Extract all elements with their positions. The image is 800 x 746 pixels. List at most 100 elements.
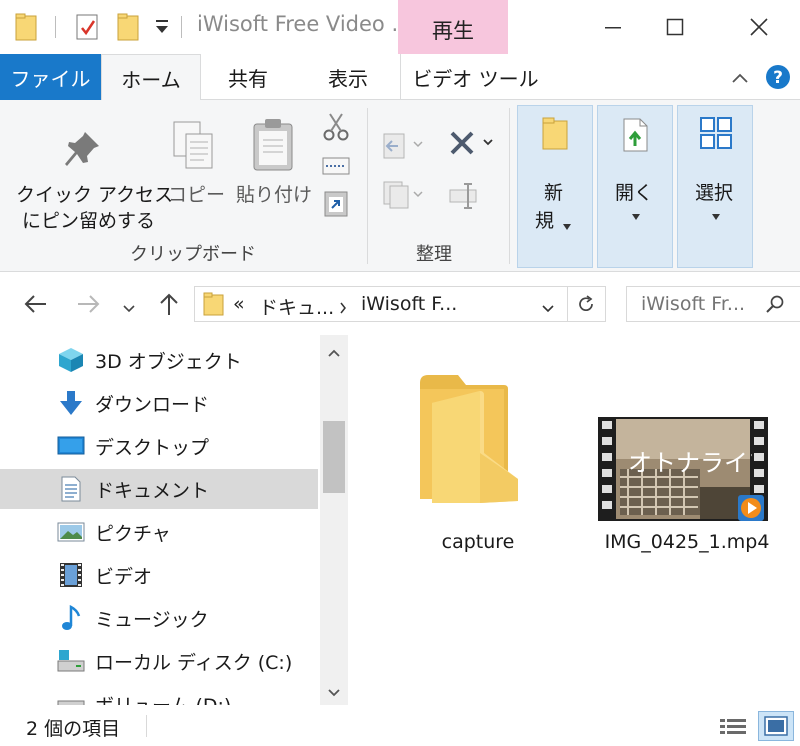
documents-icon — [57, 476, 85, 502]
move-to-icon[interactable] — [382, 130, 426, 164]
new-button[interactable]: 新 規 — [517, 105, 593, 268]
clipboard-group-caption: クリップボード — [130, 244, 256, 265]
chevron-down-icon — [711, 206, 721, 225]
chevron-down-icon — [631, 206, 641, 225]
open-button[interactable]: 開く — [597, 105, 673, 268]
back-arrow-icon[interactable] — [22, 293, 48, 319]
nav-item-music[interactable]: ミュージック — [0, 598, 318, 638]
new-label-line2: 規 — [535, 210, 555, 232]
copy-path-icon[interactable] — [322, 156, 350, 180]
organize-group-caption: 整理 — [416, 244, 452, 265]
breadcrumb-iwisoft[interactable]: iWisoft F... — [361, 293, 457, 315]
address-divider — [567, 287, 568, 321]
maximize-button[interactable] — [644, 0, 706, 54]
nav-item-volume-d[interactable]: ボリューム (D:) — [0, 684, 318, 705]
rename-icon[interactable] — [448, 180, 484, 214]
status-bar: 2 個の項目 — [0, 705, 800, 746]
forward-arrow-icon[interactable] — [76, 293, 102, 319]
tab-view[interactable]: 表示 — [303, 54, 393, 100]
copy-label: コピー — [168, 184, 226, 206]
ribbon-tabs: ファイル ホーム 共有 表示 ビデオ ツール ? — [0, 54, 800, 101]
collapse-ribbon-icon[interactable] — [730, 70, 750, 89]
group-separator — [367, 108, 368, 264]
scroll-down-icon[interactable] — [327, 683, 341, 702]
file-name: capture — [441, 531, 515, 553]
chevron-down-icon — [562, 216, 572, 235]
window-title: iWisoft Free Video ... — [197, 12, 412, 36]
svg-text:?: ? — [773, 68, 783, 88]
help-icon[interactable]: ? — [765, 64, 791, 94]
ribbon: クイック アクセス にピン留めする コピー 貼り付け クリップボード 整理 新 … — [0, 100, 800, 272]
new-folder-button[interactable] — [116, 12, 142, 46]
address-bar[interactable]: « ドキュ... iWisoft F... — [194, 286, 606, 322]
file-name: IMG_0425_1.mp4 — [604, 531, 770, 553]
volume-icon — [57, 691, 85, 705]
maximize-icon — [666, 18, 684, 36]
tab-home[interactable]: ホーム — [101, 54, 201, 101]
nav-item-documents[interactable]: ドキュメント — [0, 469, 318, 509]
nav-item-pictures[interactable]: ピクチャ — [0, 512, 318, 552]
nav-label: デスクトップ — [95, 437, 210, 459]
context-tab-label: 再生 — [432, 19, 474, 43]
nav-label: ダウンロード — [95, 394, 210, 416]
close-button[interactable] — [728, 0, 790, 54]
close-icon — [750, 18, 768, 36]
paste-shortcut-icon[interactable] — [322, 188, 350, 222]
folder-icon — [418, 369, 522, 509]
tab-file[interactable]: ファイル — [0, 54, 101, 100]
toolbar-separator — [55, 16, 56, 38]
nav-label: ミュージック — [95, 609, 209, 631]
minimize-button[interactable] — [582, 0, 644, 54]
select-label: 選択 — [695, 182, 734, 204]
navigation-scrollbar[interactable] — [320, 335, 348, 705]
search-box[interactable] — [626, 286, 800, 322]
properties-button[interactable] — [75, 12, 101, 46]
large-icons-view-icon[interactable] — [758, 711, 794, 741]
nav-label: ドキュメント — [95, 480, 210, 502]
customize-toolbar-icon[interactable] — [154, 18, 170, 42]
nav-label: ローカル ディスク (C:) — [95, 652, 293, 674]
nav-item-videos[interactable]: ビデオ — [0, 555, 318, 595]
recent-locations-icon[interactable] — [122, 299, 136, 318]
minimize-icon — [605, 27, 621, 29]
pin-to-quick-access-button[interactable]: クイック アクセス にピン留めする — [8, 108, 173, 233]
open-file-icon — [620, 116, 652, 158]
delete-icon[interactable] — [448, 128, 498, 162]
select-button[interactable]: 選択 — [677, 105, 753, 268]
breadcrumb-documents[interactable]: ドキュ... — [259, 293, 334, 320]
toolbar-separator — [181, 16, 182, 38]
nav-item-desktop[interactable]: デスクトップ — [0, 426, 318, 466]
copy-to-icon[interactable] — [382, 180, 426, 214]
nav-item-local-disk[interactable]: ローカル ディスク (C:) — [0, 641, 318, 681]
up-arrow-icon[interactable] — [158, 291, 180, 321]
folder-item-capture[interactable]: capture — [400, 355, 550, 565]
scrollbar-thumb[interactable] — [323, 421, 345, 493]
context-tab-play[interactable]: 再生 — [398, 0, 508, 54]
nav-label: ボリューム (D:) — [95, 691, 231, 705]
paste-button[interactable]: 貼り付け — [232, 108, 312, 233]
scroll-up-icon[interactable] — [327, 343, 341, 362]
cut-icon[interactable] — [322, 112, 350, 146]
address-dropdown-icon[interactable] — [541, 299, 555, 318]
videos-icon — [57, 562, 85, 588]
address-overflow[interactable]: « — [233, 293, 245, 315]
nav-item-3d-objects[interactable]: 3D オブジェクト — [0, 340, 318, 380]
breadcrumb-separator-icon[interactable] — [339, 299, 347, 318]
copy-button[interactable]: コピー — [162, 108, 226, 233]
refresh-icon[interactable] — [576, 294, 596, 318]
nav-label: 3D オブジェクト — [95, 351, 242, 373]
details-view-icon[interactable] — [718, 715, 748, 743]
item-count: 2 個の項目 — [26, 718, 121, 740]
3d-objects-icon — [57, 347, 85, 373]
tab-share[interactable]: 共有 — [205, 54, 291, 100]
clipboard-icon — [250, 116, 296, 178]
file-list: capture オトナライフ IMG_0425_1.mp4 — [350, 335, 800, 705]
file-item-video[interactable]: オトナライフ IMG_0425_1.mp4 — [598, 355, 774, 565]
nav-item-downloads[interactable]: ダウンロード — [0, 383, 318, 423]
search-icon[interactable] — [765, 294, 785, 318]
pictures-icon — [57, 519, 85, 545]
search-input[interactable] — [641, 291, 761, 317]
tab-video-tools[interactable]: ビデオ ツール — [400, 54, 550, 100]
pin-icon — [61, 128, 103, 174]
nav-label: ビデオ — [95, 566, 153, 588]
